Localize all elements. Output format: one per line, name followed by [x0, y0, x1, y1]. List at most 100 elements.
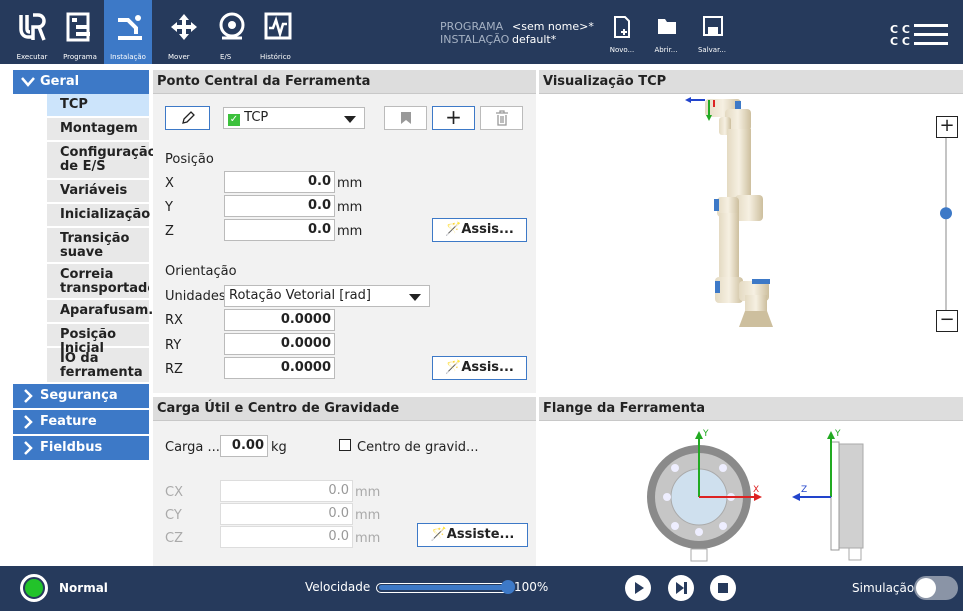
add-tcp-button[interactable]: + — [432, 106, 475, 130]
simulation-toggle[interactable] — [914, 576, 958, 600]
bookmark-default-button[interactable] — [384, 106, 427, 130]
cy-unit: mm — [355, 508, 381, 523]
sidebar-item-label: Correia transportadora — [60, 267, 149, 296]
sidebar: Geral TCP Montagem Configuração de E/S V… — [13, 70, 163, 566]
speed-slider-knob[interactable] — [501, 580, 515, 594]
cy-field[interactable]: 0.0 — [220, 503, 353, 525]
rx-field[interactable]: 0.0000 — [224, 309, 335, 331]
cz-label: CZ — [165, 531, 183, 546]
tab-installation-label: Instalação — [110, 53, 146, 61]
chevron-down-icon — [21, 77, 35, 87]
position-assist-button[interactable]: 🪄Assis... — [432, 218, 527, 242]
sidebar-item-io-config[interactable]: Configuração de E/S — [47, 142, 157, 180]
units-select[interactable]: Rotação Vetorial [rad] — [224, 285, 430, 307]
zoom-in-button[interactable]: + — [936, 116, 958, 138]
sidebar-item-montagem[interactable]: Montagem — [47, 118, 149, 142]
zoom-slider-knob[interactable] — [940, 207, 952, 220]
tcp-visualization-panel: Visualização TCP + − — [539, 70, 963, 393]
y-label: Y — [165, 200, 173, 215]
speed-slider[interactable] — [376, 580, 515, 594]
sidebar-item-io-ferramenta[interactable]: IO da ferramenta — [47, 348, 149, 384]
orientation-label: Orientação — [165, 264, 237, 279]
save-icon — [703, 16, 723, 36]
rz-label: RZ — [165, 362, 183, 377]
sidebar-item-label: Aparafusam... — [60, 303, 164, 318]
sidebar-section-geral[interactable]: Geral — [13, 70, 149, 94]
robot-arm-3d-view[interactable] — [539, 95, 963, 393]
cx-field[interactable]: 0.0 — [220, 480, 353, 502]
sidebar-section-seguranca[interactable]: Segurança — [13, 384, 149, 408]
tab-run[interactable]: Executar — [8, 0, 56, 64]
installation-icon — [118, 15, 142, 40]
tab-program[interactable]: Programa — [56, 0, 104, 64]
carga-field[interactable]: 0.00 — [220, 435, 268, 457]
hamburger-menu-icon[interactable] — [910, 23, 950, 47]
tab-io-label: E/S — [220, 53, 232, 61]
cz-field[interactable]: 0.0 — [220, 526, 353, 548]
new-button-label: Novo... — [609, 46, 635, 54]
y-field[interactable]: 0.0 — [224, 195, 335, 217]
tab-run-label: Executar — [16, 53, 48, 61]
play-button[interactable] — [625, 575, 651, 601]
speed-slider-fill — [379, 585, 509, 590]
bookmark-icon — [400, 112, 411, 124]
dropdown-arrow-icon — [409, 294, 421, 301]
move-icon — [171, 14, 197, 40]
chevron-right-icon — [24, 415, 33, 429]
sidebar-item-transicao[interactable]: Transição suave — [47, 228, 149, 264]
open-button[interactable]: Abrir... — [644, 0, 688, 64]
z-field[interactable]: 0.0 — [224, 219, 335, 241]
edit-tcp-name-button[interactable] — [165, 106, 210, 130]
carga-label: Carga ... — [165, 440, 220, 455]
payload-assist-button[interactable]: 🪄Assiste... — [417, 523, 528, 547]
speed-label: Velocidade — [305, 580, 371, 594]
tab-io[interactable]: E/S — [208, 0, 256, 64]
sidebar-item-tcp[interactable]: TCP — [47, 94, 149, 118]
cc-indicator: C C C C — [890, 24, 910, 48]
sidebar-item-label: Inicialização — [60, 207, 151, 222]
x-field[interactable]: 0.0 — [224, 171, 335, 193]
sidebar-item-variaveis[interactable]: Variáveis — [47, 180, 149, 204]
power-status-button[interactable] — [20, 574, 48, 602]
rz-field[interactable]: 0.0000 — [224, 357, 335, 379]
tcp-select[interactable]: ✓ TCP — [223, 107, 365, 129]
stop-button[interactable] — [710, 575, 736, 601]
ry-label: RY — [165, 338, 182, 353]
tab-log[interactable]: Histórico — [254, 0, 302, 64]
delete-tcp-button[interactable] — [480, 106, 523, 130]
tcp-select-value: TCP — [244, 110, 269, 125]
tcp-panel: Ponto Central da Ferramenta ✓ TCP + Posi… — [153, 70, 536, 393]
sidebar-item-posicao-inicial[interactable]: Posição Inicial — [47, 324, 149, 356]
cx-unit: mm — [355, 485, 381, 500]
orientation-assist-label: Assis... — [461, 360, 514, 375]
step-button[interactable] — [668, 575, 694, 601]
sidebar-item-inicializacao[interactable]: Inicialização — [47, 204, 151, 228]
payload-panel-title: Carga Útil e Centro de Gravidade — [153, 397, 536, 421]
simulation-toggle-knob — [916, 578, 936, 598]
wand-icon: 🪄 — [445, 360, 462, 375]
sidebar-item-correia[interactable]: Correia transportadora — [47, 264, 149, 300]
z-label: Z — [165, 224, 174, 239]
units-label: Unidades — [165, 289, 226, 304]
cog-checkbox[interactable] — [339, 439, 351, 451]
sidebar-item-aparafusam[interactable]: Aparafusam... — [47, 300, 163, 324]
sidebar-section-fieldbus[interactable]: Fieldbus — [13, 436, 149, 460]
flange-y-label: Y — [702, 429, 709, 439]
stop-icon — [718, 583, 728, 593]
new-button[interactable]: Novo... — [600, 0, 644, 64]
viz-panel-title: Visualização TCP — [539, 70, 963, 94]
program-key: PROGRAMA — [440, 20, 504, 33]
robot-status-text: Normal — [59, 581, 108, 595]
tab-installation[interactable]: Instalação — [104, 0, 152, 64]
ry-field[interactable]: 0.0000 — [224, 333, 335, 355]
plus-icon: + — [445, 105, 462, 129]
save-button-label: Salvar... — [697, 46, 727, 54]
orientation-assist-button[interactable]: 🪄Assis... — [432, 356, 527, 380]
sidebar-section-label: Fieldbus — [40, 440, 103, 455]
position-label: Posição — [165, 152, 214, 167]
sidebar-section-feature[interactable]: Feature — [13, 410, 149, 434]
log-icon — [264, 12, 292, 40]
zoom-out-button[interactable]: − — [936, 310, 958, 332]
save-button[interactable]: Salvar... — [690, 0, 734, 64]
tab-move[interactable]: Mover — [160, 0, 208, 64]
